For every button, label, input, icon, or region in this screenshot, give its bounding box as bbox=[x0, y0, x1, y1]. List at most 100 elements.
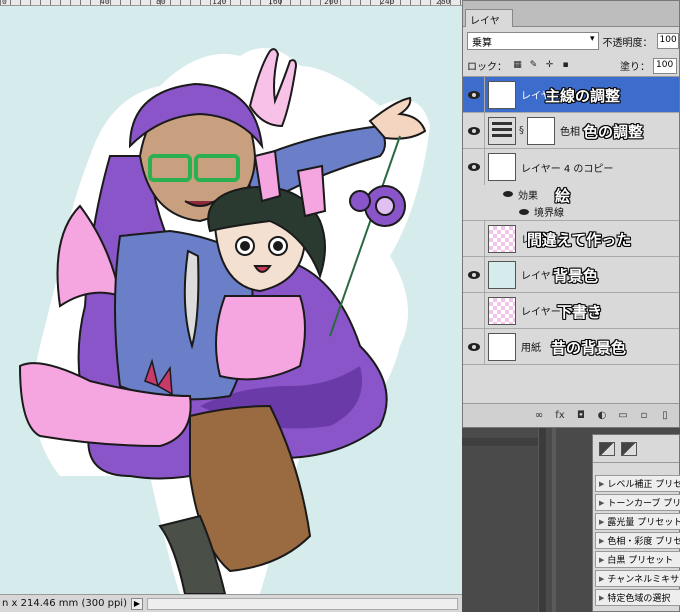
document-canvas[interactable] bbox=[0, 6, 462, 594]
adjustment-item-label: トーンカーブ プリセ bbox=[607, 499, 680, 509]
status-bar: n x 214.46 mm (300 ppi) ▶ bbox=[0, 594, 462, 612]
eye-icon bbox=[467, 342, 480, 351]
expand-triangle-icon: ▶ bbox=[599, 479, 605, 488]
lock-label: ロック： bbox=[467, 62, 507, 73]
artwork-illustration bbox=[18, 48, 430, 594]
adjustment-item[interactable]: ▶ 色相・彩度 プリセ bbox=[595, 532, 680, 549]
layer-name: 色相 bbox=[560, 127, 580, 138]
lock-pixels-icon[interactable]: ✎ bbox=[528, 60, 539, 71]
workspace-background: ▶レベル補正 プリセ ▶トーンカーブ プリセ ▶露光量 プリセット ▶色相・彩度… bbox=[462, 428, 680, 612]
adjustments-panel: ▶レベル補正 プリセ ▶トーンカーブ プリセ ▶露光量 プリセット ▶色相・彩度… bbox=[592, 434, 680, 612]
layer-effects-row[interactable]: 効果 絵 bbox=[463, 185, 679, 205]
layer-row-drawing[interactable]: レイヤー 4 のコピー bbox=[463, 149, 679, 185]
layer-annotation: 昔の背景色 bbox=[551, 339, 627, 357]
layer-thumbnail bbox=[488, 224, 516, 253]
gradient-icon[interactable] bbox=[621, 441, 637, 456]
lock-position-icon[interactable]: ✛ bbox=[544, 60, 555, 71]
layer-thumbnail bbox=[488, 153, 516, 181]
lock-all-icon[interactable]: ▪ bbox=[560, 60, 571, 71]
layer-mask-thumbnail bbox=[527, 116, 555, 145]
adjustment-item[interactable]: ▶ レベル補正 プリセ bbox=[595, 475, 680, 492]
layer-thumbnail bbox=[488, 296, 516, 325]
adjustment-item[interactable]: ▶ 特定色域の選択 bbox=[595, 589, 680, 606]
trash-icon[interactable]: ▯ bbox=[659, 410, 671, 421]
tab-layers[interactable]: レイヤー bbox=[465, 9, 513, 42]
adjustment-item-label: 露光量 プリセット bbox=[607, 518, 680, 528]
panel-dock-bar bbox=[462, 438, 538, 446]
adjustments-header bbox=[593, 435, 679, 463]
layer-row-background-color[interactable]: レイヤー 背景色 bbox=[463, 257, 679, 293]
status-menu-arrow-icon[interactable]: ▶ bbox=[131, 597, 143, 610]
eye-icon[interactable] bbox=[519, 208, 529, 215]
adjustment-preset-icon[interactable] bbox=[599, 441, 615, 456]
panel-tab-bar: レイヤー bbox=[463, 1, 679, 42]
lock-row: ロック： ▦ ✎ ✛ ▪ 塗り： 100 bbox=[463, 55, 679, 77]
blend-mode-value: 乗算 bbox=[472, 38, 492, 49]
eye-icon[interactable] bbox=[503, 191, 513, 197]
adjustment-item[interactable]: ▶ 白黒 プリセット bbox=[595, 551, 680, 568]
layers-panel-footer: ∞ fx ◘ ◐ ▭ ▫ ▯ bbox=[463, 403, 679, 427]
eye-icon bbox=[467, 90, 480, 99]
stroke-effect-row[interactable]: 境界線 bbox=[463, 203, 679, 221]
layer-row-hue[interactable]: § 色相 色の調整 bbox=[463, 113, 679, 149]
layer-annotation: 背景色 bbox=[553, 267, 599, 285]
fill-group: 塗り： 100 bbox=[620, 57, 679, 74]
eye-icon bbox=[467, 163, 480, 171]
visibility-toggle[interactable] bbox=[463, 149, 485, 185]
eye-icon bbox=[467, 126, 480, 135]
visibility-toggle[interactable] bbox=[463, 221, 485, 256]
layer-list: レイヤー 主線の調整 § 色相 色の調整 レイヤー 4 のコピー 効果 絵 境界… bbox=[463, 77, 679, 403]
fill-field[interactable]: 100 bbox=[653, 57, 677, 74]
layer-thumbnail bbox=[488, 80, 516, 109]
layer-name: レイヤー 4 のコピー bbox=[521, 163, 614, 175]
expand-triangle-icon: ▶ bbox=[599, 517, 605, 526]
layers-panel: レイヤー 乗算 ▾ 不透明度： 100 ロック： ▦ ✎ ✛ ▪ 塗り： 100 bbox=[462, 0, 680, 428]
layer-row-sketch[interactable]: レイヤー 下書き bbox=[463, 293, 679, 329]
adjustment-item-label: 白黒 プリセット bbox=[607, 556, 674, 566]
adjustment-preset-list: ▶レベル補正 プリセ ▶トーンカーブ プリセ ▶露光量 プリセット ▶色相・彩度… bbox=[593, 475, 680, 608]
layer-row-mistake[interactable]: レイヤー 間違えて作った bbox=[463, 221, 679, 257]
photoshop-window: 0 40 80 120 160 200 240 280 n x 214.46 m… bbox=[0, 0, 680, 612]
adjustment-item-label: 色相・彩度 プリセ bbox=[607, 537, 680, 547]
lock-transparency-icon[interactable]: ▦ bbox=[512, 60, 523, 71]
adjustment-layer-icon bbox=[488, 116, 516, 145]
chevron-down-icon: ▾ bbox=[590, 34, 595, 44]
expand-triangle-icon: ▶ bbox=[599, 593, 605, 602]
vertical-scrollbar[interactable] bbox=[538, 428, 546, 612]
document-size-text: n x 214.46 mm (300 ppi) bbox=[2, 598, 127, 609]
blend-row: 乗算 ▾ 不透明度： 100 bbox=[463, 27, 679, 55]
fill-label: 塗り： bbox=[620, 62, 650, 73]
horizontal-scrollbar[interactable] bbox=[147, 597, 458, 610]
adjustment-item-label: チャンネルミキサー bbox=[607, 575, 680, 585]
layer-name: レイヤー bbox=[521, 307, 561, 318]
adjustment-item[interactable]: ▶チャンネルミキサー bbox=[595, 570, 680, 587]
layer-row-paper[interactable]: 用紙 昔の背景色 bbox=[463, 329, 679, 365]
mask-icon[interactable]: ◘ bbox=[575, 410, 587, 421]
expand-triangle-icon: ▶ bbox=[599, 555, 605, 564]
layer-annotation: 間違えて作った bbox=[527, 231, 632, 249]
effects-label: 効果 bbox=[518, 190, 538, 202]
visibility-toggle[interactable] bbox=[463, 257, 485, 292]
visibility-toggle[interactable] bbox=[463, 77, 485, 112]
visibility-toggle[interactable] bbox=[463, 329, 485, 364]
layer-annotation: 色の調整 bbox=[583, 123, 644, 141]
adjustment-icon[interactable]: ◐ bbox=[596, 410, 608, 421]
layer-name: 用紙 bbox=[521, 343, 541, 354]
fx-icon[interactable]: fx bbox=[554, 410, 566, 421]
adjustment-item[interactable]: ▶トーンカーブ プリセ bbox=[595, 494, 680, 511]
adjustment-item-label: 特定色域の選択 bbox=[607, 594, 671, 604]
opacity-field[interactable]: 100 bbox=[656, 33, 679, 49]
adjustment-item[interactable]: ▶ 露光量 プリセット bbox=[595, 513, 680, 530]
blend-mode-select[interactable]: 乗算 ▾ bbox=[467, 32, 599, 50]
opacity-label: 不透明度： bbox=[602, 37, 653, 49]
link-icon[interactable]: ∞ bbox=[533, 410, 545, 421]
chain-link-icon: § bbox=[519, 125, 524, 136]
layer-row-line-adjust[interactable]: レイヤー 主線の調整 bbox=[463, 77, 679, 113]
panel-divider bbox=[552, 428, 556, 612]
visibility-toggle[interactable] bbox=[463, 113, 485, 148]
new-layer-icon[interactable]: ▫ bbox=[638, 410, 650, 421]
group-icon[interactable]: ▭ bbox=[617, 410, 629, 421]
visibility-toggle[interactable] bbox=[463, 293, 485, 328]
layer-annotation: 主線の調整 bbox=[545, 87, 621, 105]
layer-thumbnail bbox=[488, 260, 516, 289]
